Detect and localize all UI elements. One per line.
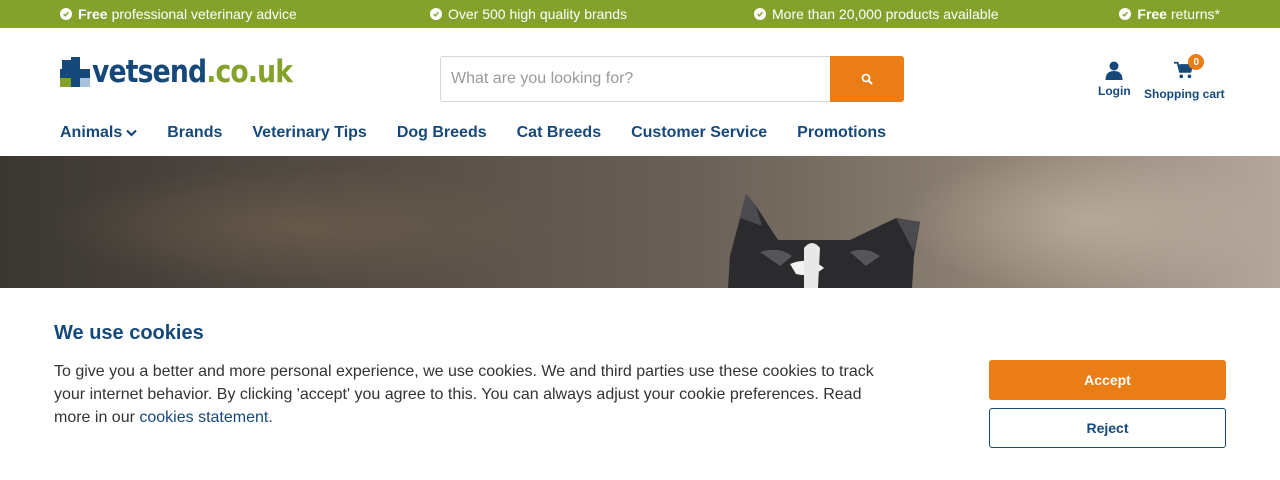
nav-item-animals[interactable]: Animals	[60, 124, 138, 142]
nav-label: Veterinary Tips	[252, 124, 367, 141]
hero-banner-image	[0, 156, 1280, 288]
nav-label: Customer Service	[631, 124, 768, 141]
usp-text: returns*	[1170, 6, 1220, 22]
hero-background-blur	[40, 166, 560, 286]
check-circle-icon	[60, 8, 72, 20]
cart-label: Shopping cart	[1144, 87, 1225, 101]
nav-item-brands[interactable]: Brands	[167, 124, 222, 142]
usp-text: Over 500 high quality brands	[448, 6, 627, 22]
nav-label: Animals	[60, 124, 123, 141]
search-bar	[440, 56, 904, 102]
check-circle-icon	[1119, 8, 1132, 20]
usp-item: Over 500 high quality brands	[430, 0, 627, 28]
accept-cookies-button[interactable]: Accept	[989, 360, 1226, 400]
check-circle-icon	[430, 8, 442, 20]
usp-item: Free returns*	[1119, 0, 1220, 28]
nav-item-customer-service[interactable]: Customer Service	[631, 124, 767, 142]
cookie-body-period: .	[268, 409, 273, 426]
site-header: vetsend.co.uk Login 0 Shopping cart Anim…	[0, 28, 1280, 156]
nav-item-dog-breeds[interactable]: Dog Breeds	[397, 124, 487, 142]
usp-bar: Free professional veterinary advice Over…	[0, 0, 1280, 28]
nav-label: Cat Breeds	[516, 124, 602, 141]
usp-bold: Free	[1137, 6, 1167, 22]
chevron-down-icon	[126, 129, 138, 137]
site-logo[interactable]: vetsend.co.uk	[60, 55, 325, 89]
nav-item-promotions[interactable]: Promotions	[797, 124, 886, 142]
nav-label: Promotions	[797, 124, 887, 141]
cookie-banner: We use cookies To give you a better and …	[0, 288, 1280, 480]
usp-item: Free professional veterinary advice	[60, 0, 297, 28]
user-icon	[1105, 61, 1123, 80]
logo-text: vetsend.co.uk	[92, 53, 293, 90]
search-button[interactable]	[830, 56, 904, 102]
usp-text: professional veterinary advice	[111, 6, 297, 22]
cookies-statement-link[interactable]: cookies statement	[139, 409, 268, 426]
logo-part-1: vetsend	[92, 53, 207, 90]
logo-mark-icon	[60, 57, 90, 87]
shopping-cart-link[interactable]: 0 Shopping cart	[1144, 54, 1225, 101]
logo-part-2: .co.uk	[206, 53, 293, 90]
hero-background-blur	[900, 156, 1280, 288]
cookie-body: To give you a better and more personal e…	[54, 360, 894, 429]
usp-text: More than 20,000 products available	[772, 6, 999, 22]
cart-icon-wrap: 0	[1174, 54, 1205, 87]
nav-label: Brands	[167, 124, 223, 141]
dog-image	[728, 194, 920, 288]
nav-item-cat-breeds[interactable]: Cat Breeds	[517, 124, 601, 142]
reject-cookies-button[interactable]: Reject	[989, 408, 1226, 448]
usp-bold: Free	[78, 6, 108, 22]
search-icon	[861, 73, 873, 85]
check-circle-icon	[754, 8, 766, 20]
cookie-title: We use cookies	[54, 322, 204, 344]
nav-item-veterinary-tips[interactable]: Veterinary Tips	[252, 124, 366, 142]
search-input[interactable]	[440, 56, 830, 102]
main-nav: Animals Brands Veterinary Tips Dog Breed…	[60, 124, 886, 142]
usp-item: More than 20,000 products available	[754, 0, 998, 28]
cart-count-badge: 0	[1188, 54, 1205, 70]
login-label: Login	[1098, 84, 1131, 98]
login-link[interactable]: Login	[1098, 60, 1131, 98]
nav-label: Dog Breeds	[396, 124, 487, 141]
